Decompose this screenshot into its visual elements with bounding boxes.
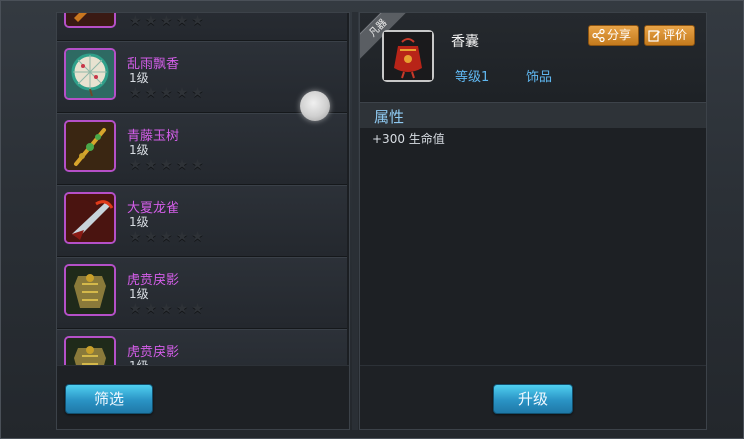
star-icon: ★ — [191, 85, 204, 101]
star-icon: ★ — [160, 85, 173, 101]
item-list: ★ ★ ★ ★ ★ 乱雨飘香 1级 ★ ★ ★ ★ ★ 青藤玉树 1级 ★ ★ … — [57, 13, 349, 365]
star-rating: ★ ★ ★ ★ ★ — [129, 229, 204, 245]
item-thumbnail — [64, 48, 116, 100]
list-item[interactable]: 大夏龙雀 1级 ★ ★ ★ ★ ★ — [57, 185, 347, 257]
star-icon: ★ — [129, 157, 142, 173]
list-item[interactable]: ★ ★ ★ ★ ★ — [57, 13, 347, 41]
star-icon: ★ — [144, 13, 158, 29]
left-footer: 筛选 — [57, 365, 349, 429]
detail-header: 凡器 香囊 等级1 饰品 分享 评价 — [360, 13, 706, 101]
attribute-value: +300 生命值 — [372, 132, 445, 146]
share-icon — [592, 29, 605, 42]
detail-item-icon — [382, 30, 434, 82]
star-icon: ★ — [144, 85, 158, 101]
star-icon: ★ — [175, 301, 189, 317]
attribute-section-header: 属性 — [360, 102, 706, 128]
item-level: 1级 — [129, 215, 149, 229]
item-thumbnail — [64, 336, 116, 365]
star-icon: ★ — [160, 13, 173, 29]
item-level: 1级 — [129, 357, 149, 365]
detail-item-level: 等级1 — [455, 70, 490, 85]
star-icon: ★ — [129, 229, 142, 245]
blade-icon — [66, 194, 114, 242]
armor-icon — [66, 338, 114, 365]
item-thumbnail — [64, 264, 116, 316]
star-icon: ★ — [191, 157, 204, 173]
armor-icon — [66, 266, 114, 314]
item-level: 1级 — [129, 143, 149, 157]
star-icon: ★ — [129, 13, 142, 29]
star-icon: ★ — [160, 157, 173, 173]
list-item[interactable]: 青藤玉树 1级 ★ ★ ★ ★ ★ — [57, 113, 347, 185]
star-icon: ★ — [175, 157, 189, 173]
star-icon: ★ — [160, 229, 173, 245]
item-thumbnail — [64, 192, 116, 244]
share-button[interactable]: 分享 — [588, 25, 639, 46]
star-rating: ★ ★ ★ ★ ★ — [129, 85, 204, 101]
star-rating: ★ ★ ★ ★ ★ — [129, 13, 204, 29]
item-thumbnail — [64, 120, 116, 172]
star-icon: ★ — [144, 301, 158, 317]
star-icon: ★ — [175, 13, 189, 29]
panel-divider — [352, 12, 358, 430]
weapon-icon — [66, 13, 114, 26]
star-icon: ★ — [129, 301, 142, 317]
item-level: 1级 — [129, 71, 149, 85]
list-item[interactable]: 虎贲戾影 1级 — [57, 329, 347, 365]
filter-button[interactable]: 筛选 — [65, 384, 153, 414]
jade-staff-icon — [66, 122, 114, 170]
upgrade-button[interactable]: 升级 — [493, 384, 573, 414]
share-label: 分享 — [607, 28, 632, 42]
sachet-icon — [384, 32, 432, 80]
star-icon: ★ — [191, 229, 204, 245]
detail-item-name: 香囊 — [451, 34, 479, 50]
star-icon: ★ — [175, 229, 189, 245]
item-list-viewport[interactable]: ★ ★ ★ ★ ★ 乱雨飘香 1级 ★ ★ ★ ★ ★ 青藤玉树 1级 ★ ★ … — [57, 13, 349, 365]
star-icon: ★ — [191, 13, 204, 29]
item-list-panel: ★ ★ ★ ★ ★ 乱雨飘香 1级 ★ ★ ★ ★ ★ 青藤玉树 1级 ★ ★ … — [56, 12, 350, 430]
right-footer: 升级 — [360, 365, 706, 429]
edit-icon — [648, 30, 660, 42]
item-detail-panel: 凡器 香囊 等级1 饰品 分享 评价 属性 +300 生命值 升级 — [359, 12, 707, 430]
detail-item-type: 饰品 — [526, 70, 553, 85]
star-icon: ★ — [191, 301, 204, 317]
star-icon: ★ — [160, 301, 173, 317]
item-thumbnail — [64, 13, 116, 28]
list-item[interactable]: 虎贲戾影 1级 ★ ★ ★ ★ ★ — [57, 257, 347, 329]
item-level: 1级 — [129, 287, 149, 301]
star-icon: ★ — [129, 85, 142, 101]
review-label: 评价 — [663, 28, 688, 42]
star-rating: ★ ★ ★ ★ ★ — [129, 301, 204, 317]
star-icon: ★ — [144, 229, 158, 245]
review-button[interactable]: 评价 — [644, 25, 695, 46]
star-icon: ★ — [175, 85, 189, 101]
star-rating: ★ ★ ★ ★ ★ — [129, 157, 204, 173]
section-title: 属性 — [374, 108, 405, 126]
umbrella-icon — [66, 50, 114, 98]
star-icon: ★ — [144, 157, 158, 173]
floating-assist-button[interactable] — [300, 91, 330, 121]
